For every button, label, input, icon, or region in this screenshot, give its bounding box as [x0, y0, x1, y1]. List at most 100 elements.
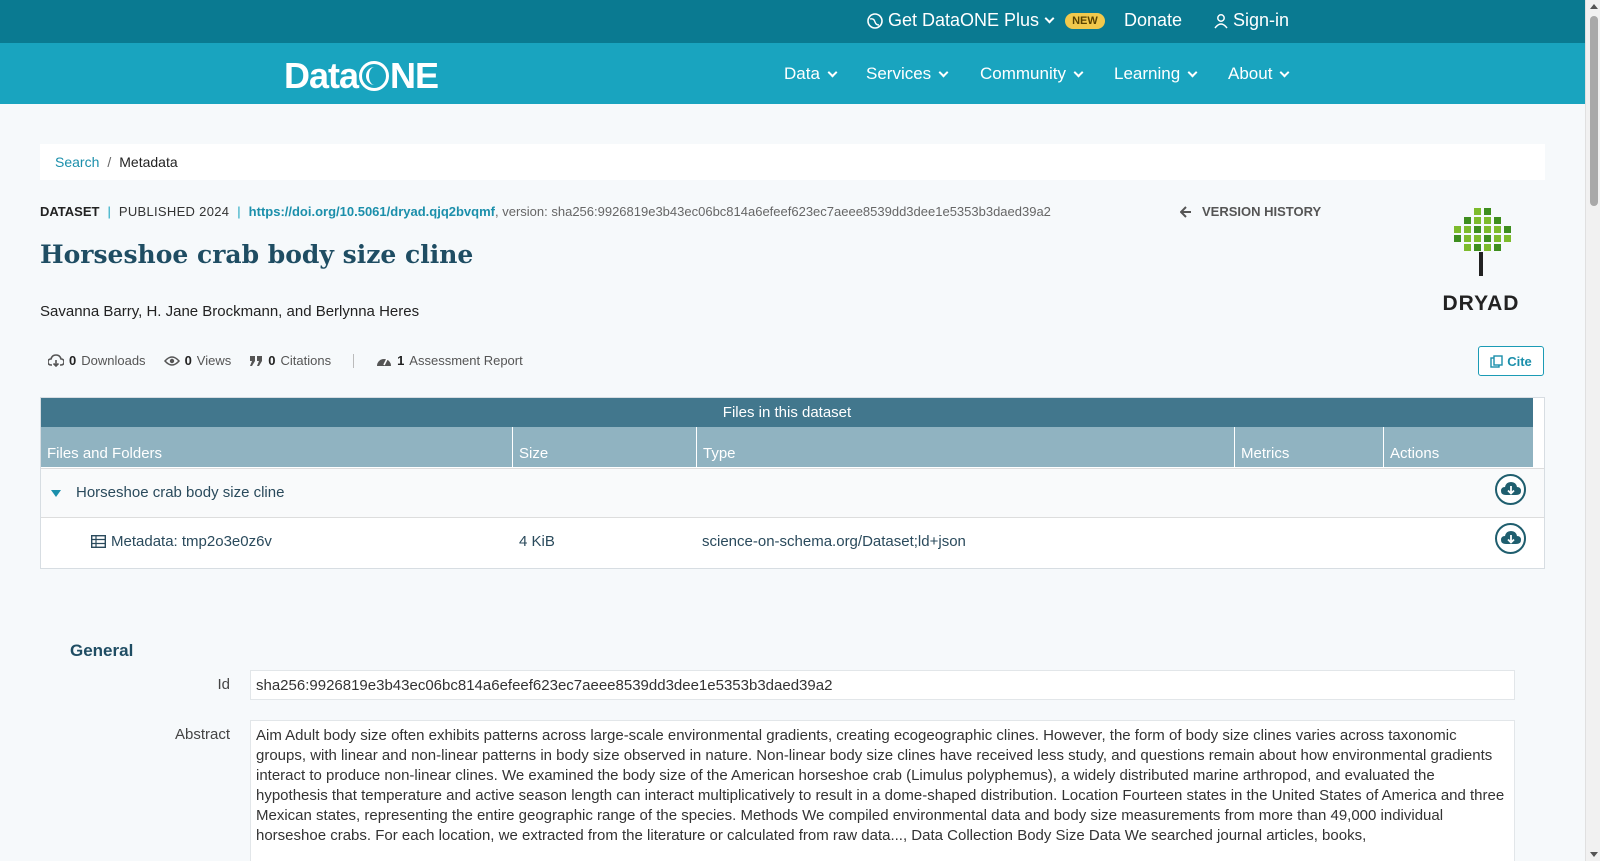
- doi-link[interactable]: https://doi.org/10.5061/dryad.qjq2bvqmf: [249, 204, 495, 219]
- file-name[interactable]: Metadata: tmp2o3e0z6v: [111, 533, 272, 550]
- dataset-type-label: DATASET: [40, 204, 100, 219]
- table-row-folder[interactable]: Horseshoe crab body size cline: [41, 468, 1544, 517]
- file-type: science-on-schema.org/Dataset;ld+json: [702, 533, 966, 550]
- donate-link[interactable]: Donate: [1124, 10, 1182, 31]
- download-folder-button[interactable]: [1495, 474, 1526, 505]
- nav-community-label: Community: [980, 64, 1066, 83]
- column-header-size[interactable]: Size: [513, 427, 697, 467]
- quote-icon: [250, 355, 263, 366]
- downloads-metric[interactable]: 0 Downloads: [48, 353, 146, 368]
- nav-services[interactable]: Services: [866, 64, 949, 84]
- nav-about[interactable]: About: [1228, 64, 1290, 84]
- id-label: Id: [217, 676, 230, 693]
- general-section-heading: General: [70, 641, 134, 660]
- copy-icon: [1490, 354, 1503, 368]
- cloud-download-icon: [1500, 482, 1521, 495]
- dataone-logo[interactable]: Data NE: [284, 55, 439, 97]
- download-file-button[interactable]: [1495, 523, 1526, 554]
- column-header-metrics[interactable]: Metrics: [1235, 427, 1384, 467]
- cite-label: Cite: [1507, 353, 1532, 369]
- views-count: 0: [184, 353, 192, 368]
- files-table: Files in this dataset Files and Folders …: [40, 397, 1545, 569]
- main-navbar: Data NE Data Services Community Learning…: [0, 43, 1585, 104]
- divider: |: [237, 204, 241, 219]
- folder-name: Horseshoe crab body size cline: [76, 484, 285, 501]
- dryad-wordmark: DRYAD: [1442, 292, 1520, 315]
- scroll-down-arrow-icon[interactable]: [1590, 852, 1598, 857]
- file-size: 4 KiB: [519, 533, 555, 550]
- nav-learning-label: Learning: [1114, 64, 1181, 83]
- downloads-label: Downloads: [81, 353, 146, 368]
- dataset-metrics: 0 Downloads 0 Views 0 Citations 1 Assessment…: [48, 353, 523, 368]
- arrow-left-icon: [1180, 205, 1191, 218]
- table-row-file[interactable]: Metadata: tmp2o3e0z6v 4 KiB science-on-s…: [41, 517, 1544, 566]
- caret-down-icon[interactable]: [51, 490, 61, 497]
- tree-icon: [1454, 208, 1511, 276]
- eye-icon: [163, 355, 180, 366]
- breadcrumb-separator: /: [107, 154, 112, 170]
- id-value: sha256:9926819e3b43ec06bc814a6efeef623ec…: [250, 670, 1515, 700]
- chevron-down-icon: [1044, 13, 1055, 24]
- logo-text-left: Data: [284, 55, 359, 96]
- dryad-repository-logo[interactable]: DRYAD: [1430, 208, 1540, 318]
- globe-sparkle-icon: [867, 12, 883, 29]
- views-label: Views: [196, 353, 232, 368]
- nav-services-label: Services: [866, 64, 932, 83]
- new-badge: NEW: [1065, 12, 1105, 29]
- column-header-files[interactable]: Files and Folders: [41, 427, 513, 467]
- nav-data-label: Data: [784, 64, 820, 83]
- version-history-link[interactable]: VERSION HISTORY: [1180, 204, 1321, 219]
- files-table-caption: Files in this dataset: [41, 398, 1533, 427]
- chevron-down-icon: [827, 67, 838, 77]
- nav-learning[interactable]: Learning: [1114, 64, 1198, 84]
- published-year: PUBLISHED 2024: [118, 204, 230, 219]
- divider: |: [107, 204, 111, 219]
- table-icon: [91, 535, 106, 548]
- abstract-label: Abstract: [174, 726, 230, 743]
- doi-version: https://doi.org/10.5061/dryad.qjq2bvqmf,…: [249, 204, 1051, 219]
- downloads-count: 0: [69, 353, 77, 368]
- nav-community[interactable]: Community: [980, 64, 1084, 84]
- logo-text-right: NE: [390, 55, 439, 96]
- assessment-report-metric[interactable]: 1 Assessment Report: [376, 353, 523, 368]
- abstract-value: Aim Adult body size often exhibits patte…: [250, 720, 1515, 861]
- chevron-down-icon: [1279, 67, 1290, 77]
- scrollbar-thumb[interactable]: [1590, 16, 1598, 206]
- chevron-down-icon: [1073, 67, 1084, 77]
- get-dataone-plus-label: Get DataONE Plus: [888, 10, 1040, 30]
- get-dataone-plus-menu[interactable]: Get DataONE Plus NEW: [866, 10, 1105, 31]
- top-utility-bar: Get DataONE Plus NEW Donate Sign-in: [0, 0, 1585, 43]
- page-title: Horseshoe crab body size cline: [40, 240, 474, 269]
- cloud-download-icon: [1500, 531, 1521, 544]
- cloud-download-icon: [48, 354, 64, 367]
- version-history-label: VERSION HISTORY: [1202, 204, 1322, 219]
- gauge-icon: [377, 358, 392, 366]
- version-id: , version: sha256:9926819e3b43ec06bc814a…: [495, 204, 1051, 219]
- scroll-up-arrow-icon[interactable]: [1590, 4, 1598, 9]
- citations-metric[interactable]: 0 Citations: [249, 353, 331, 368]
- column-header-type[interactable]: Type: [697, 427, 1235, 467]
- nav-about-label: About: [1228, 64, 1273, 83]
- sign-in-label: Sign-in: [1233, 10, 1290, 30]
- files-table-header: Files and Folders Size Type Metrics Acti…: [41, 427, 1533, 467]
- metrics-divider: [353, 353, 355, 368]
- globe-icon: [359, 61, 390, 91]
- assessment-count: 1: [397, 353, 405, 368]
- chevron-down-icon: [1187, 67, 1198, 77]
- authors: Savanna Barry, H. Jane Brockmann, and Be…: [40, 303, 420, 320]
- assessment-label: Assessment Report: [409, 353, 523, 368]
- user-icon: [1214, 13, 1228, 28]
- citations-count: 0: [268, 353, 276, 368]
- breadcrumb-current: Metadata: [119, 154, 178, 170]
- column-header-actions[interactable]: Actions: [1384, 427, 1533, 467]
- views-metric[interactable]: 0 Views: [163, 353, 232, 368]
- breadcrumb-search-link[interactable]: Search: [55, 154, 99, 170]
- dataset-meta-line: DATASET | PUBLISHED 2024 | https://doi.o…: [40, 204, 1051, 219]
- cite-button[interactable]: Cite: [1478, 346, 1544, 376]
- nav-data[interactable]: Data: [784, 64, 838, 84]
- chevron-down-icon: [938, 67, 949, 77]
- page-scrollbar[interactable]: [1585, 0, 1600, 861]
- citations-label: Citations: [280, 353, 332, 368]
- sign-in-link[interactable]: Sign-in: [1213, 10, 1289, 31]
- breadcrumb: Search / Metadata: [40, 144, 1545, 180]
